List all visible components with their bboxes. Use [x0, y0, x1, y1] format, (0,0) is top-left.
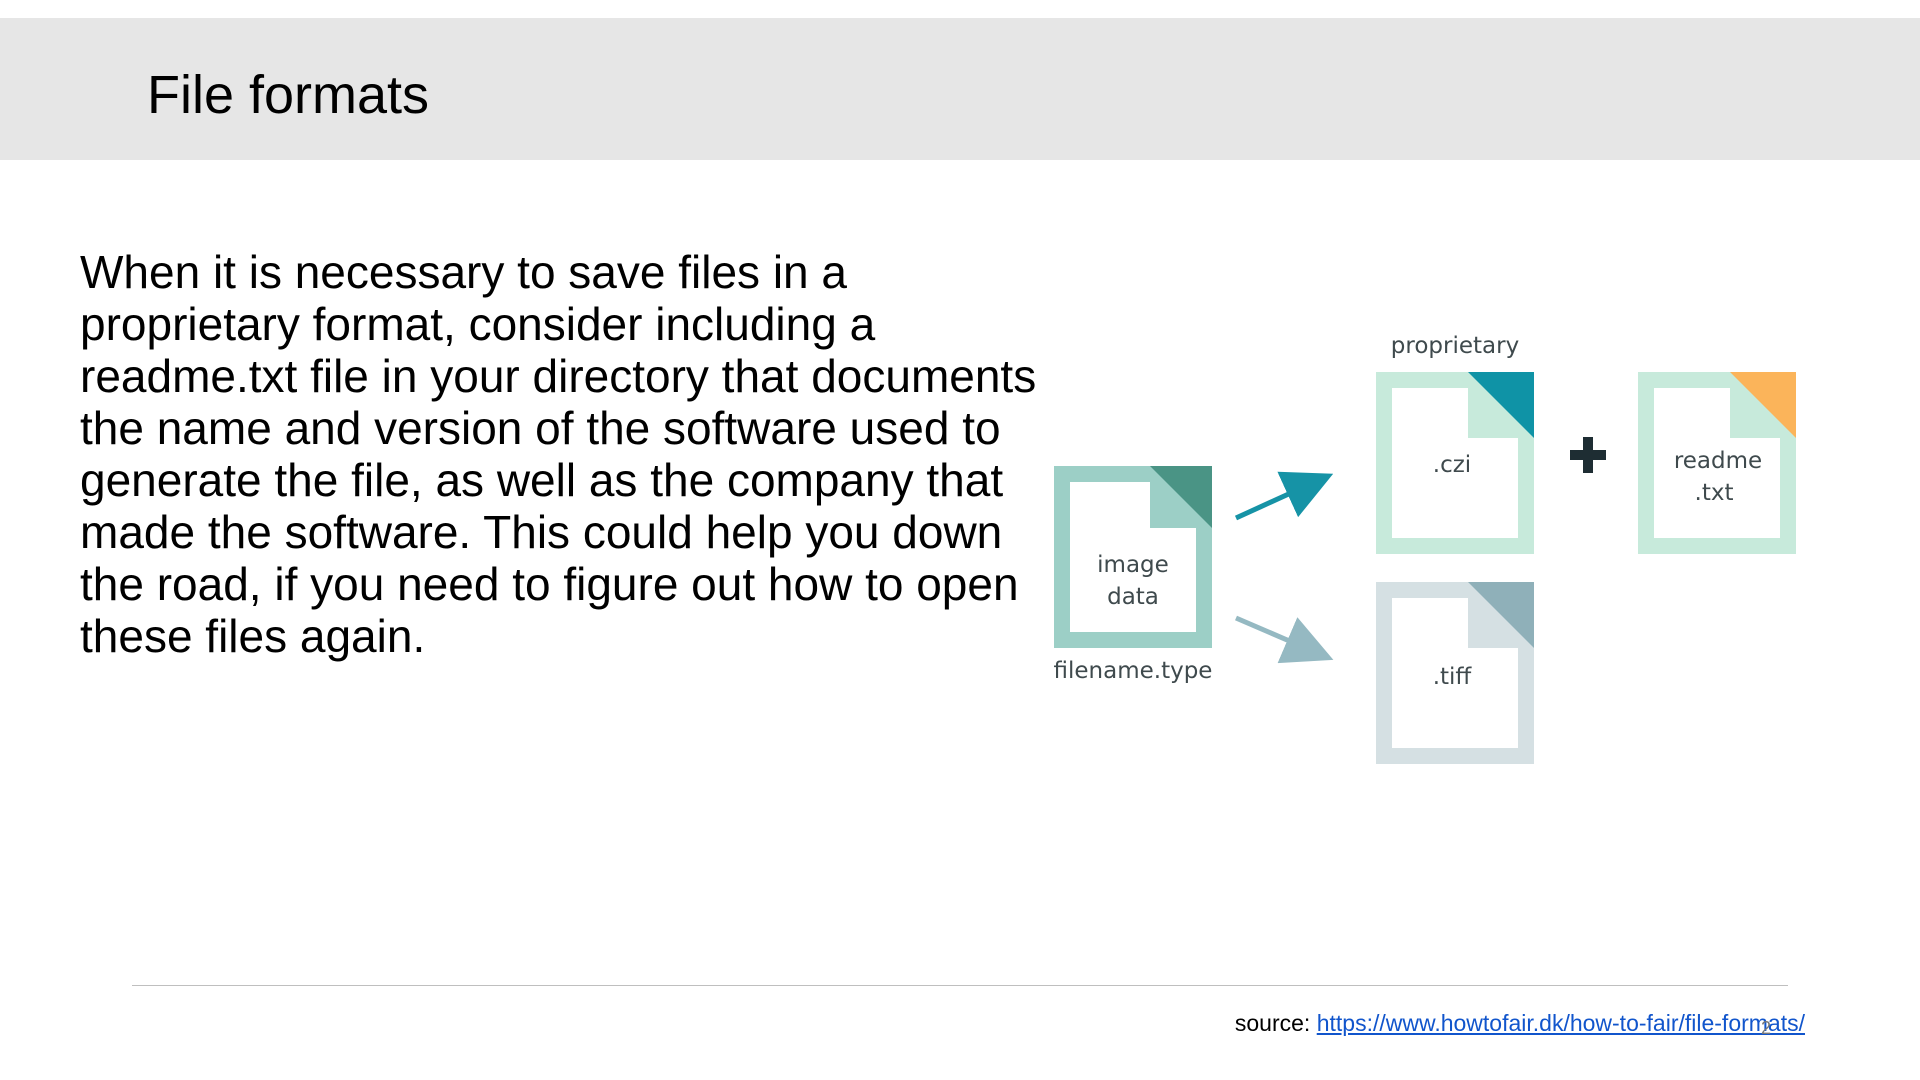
footer-divider	[132, 985, 1788, 986]
source-link[interactable]: https://www.howtofair.dk/how-to-fair/fil…	[1317, 1010, 1805, 1036]
image-data-file-icon: image data	[1054, 466, 1212, 648]
czi-label: .czi	[1433, 452, 1471, 478]
page-number: 2	[1761, 1018, 1772, 1038]
title-bar: File formats	[0, 18, 1920, 160]
readme-label-line1: readme	[1674, 448, 1762, 474]
slide-title: File formats	[147, 65, 430, 125]
readme-file-icon: readme .txt	[1638, 372, 1796, 554]
readme-label-line2: .txt	[1695, 480, 1734, 506]
file-format-diagram: image data filename.type proprietary .cz…	[1040, 330, 1820, 790]
arrow-down-icon	[1235, 615, 1334, 664]
tiff-file-icon: .tiff	[1376, 582, 1534, 764]
plus-icon	[1570, 437, 1606, 473]
source-citation: source: https://www.howtofair.dk/how-to-…	[1235, 1010, 1805, 1037]
filename-caption: filename.type	[1054, 658, 1213, 684]
diagram-svg: image data filename.type proprietary .cz…	[1054, 333, 1796, 764]
body-text: When it is necessary to save files in a …	[80, 246, 1037, 662]
source-prefix: source:	[1234, 1010, 1317, 1036]
tiff-label: .tiff	[1433, 664, 1473, 690]
czi-file-icon: .czi	[1376, 372, 1534, 554]
image-data-label-line2: data	[1107, 584, 1159, 610]
proprietary-caption: proprietary	[1391, 333, 1519, 359]
slide: File formats When it is necessary to sav…	[0, 0, 1920, 1080]
arrow-up-icon	[1234, 471, 1334, 521]
image-data-label-line1: image	[1097, 552, 1169, 578]
